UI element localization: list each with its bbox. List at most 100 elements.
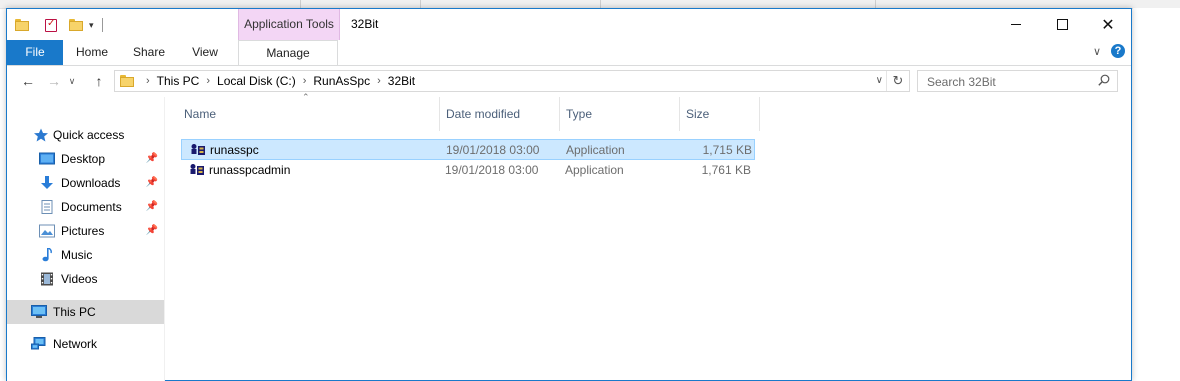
address-bar[interactable]: › This PC › Local Disk (C:) › RunAsSpc ›… — [114, 70, 910, 92]
file-name-cell: runasspc — [190, 140, 259, 161]
file-row-runasspcadmin[interactable]: runasspcadmin 19/01/2018 03:00 Applicati… — [181, 160, 755, 181]
pane-divider[interactable] — [164, 97, 165, 381]
address-history-dropdown-icon[interactable]: ∨ — [876, 71, 883, 91]
nav-item-quick-access[interactable]: Quick access — [7, 123, 164, 147]
nav-item-label: This PC — [53, 305, 96, 319]
breadcrumb: › This PC › Local Disk (C:) › RunAsSpc ›… — [139, 71, 415, 91]
file-explorer-window: ▾ Application Tools 32Bit ✕ File Home Sh… — [6, 8, 1132, 381]
title-bar: ▾ Application Tools 32Bit ✕ — [7, 9, 1131, 40]
nav-item-label: Videos — [61, 272, 98, 286]
toolbar-divider — [101, 18, 103, 32]
nav-item-label: Desktop — [61, 152, 106, 166]
nav-item-pictures[interactable]: Pictures 📌 — [7, 219, 164, 243]
nav-item-music[interactable]: Music — [7, 243, 164, 267]
tab-view[interactable]: View — [181, 40, 229, 65]
tab-file[interactable]: File — [7, 40, 63, 65]
background-column-divider — [420, 0, 421, 8]
nav-item-label: Music — [61, 248, 93, 262]
breadcrumb-chevron-icon[interactable]: › — [377, 71, 381, 91]
search-icon[interactable] — [1098, 74, 1110, 86]
tab-share[interactable]: Share — [123, 40, 175, 65]
file-size: 1,761 KB — [701, 163, 751, 177]
background-column-divider — [300, 0, 301, 8]
application-icon — [190, 164, 204, 176]
file-list: ⌃ Name Date modified Type Size runasspc … — [177, 92, 1127, 381]
video-icon — [41, 272, 53, 286]
close-button[interactable]: ✕ — [1085, 9, 1131, 40]
ribbon-tabs: File Home Share View Manage ∨ ? — [7, 40, 1131, 66]
nav-item-label: Network — [53, 337, 98, 351]
column-header-name[interactable]: Name — [177, 97, 439, 131]
up-arrow-icon[interactable]: ↑ — [90, 72, 108, 90]
application-icon — [191, 144, 205, 156]
help-icon[interactable]: ? — [1111, 44, 1125, 58]
customize-toolbar-dropdown-icon[interactable]: ▾ — [89, 20, 94, 31]
new-folder-icon[interactable] — [69, 19, 83, 31]
background-column-divider — [875, 0, 876, 8]
pin-icon[interactable]: 📌 — [146, 147, 158, 171]
background-window-right — [1133, 8, 1180, 381]
background-column-divider — [600, 0, 601, 8]
computer-icon — [31, 305, 47, 318]
network-icon — [31, 337, 46, 350]
file-name: runasspcadmin — [209, 163, 291, 177]
breadcrumb-32bit[interactable]: 32Bit — [388, 71, 415, 91]
close-icon: ✕ — [1101, 16, 1115, 34]
navigation-pane: Quick access Desktop 📌 Downloads 📌 Docum… — [7, 97, 164, 381]
download-icon — [41, 176, 53, 189]
nav-item-this-pc[interactable]: This PC — [7, 300, 164, 324]
file-type: Application — [565, 163, 624, 177]
quick-access-toolbar: ▾ — [15, 15, 103, 35]
navigation-bar: ← → ∨ ↑ › This PC › Local Disk (C:) › Ru… — [7, 66, 1131, 96]
breadcrumb-chevron-icon[interactable]: › — [206, 71, 210, 91]
back-arrow-icon[interactable]: ← — [19, 72, 37, 90]
search-input[interactable] — [925, 72, 1099, 92]
file-date: 19/01/2018 03:00 — [445, 163, 539, 177]
pin-icon[interactable]: 📌 — [146, 171, 158, 195]
music-icon — [42, 248, 52, 262]
minimize-button[interactable] — [993, 9, 1039, 40]
desktop-icon — [39, 152, 55, 165]
properties-icon[interactable] — [45, 18, 57, 32]
document-icon — [41, 200, 53, 214]
breadcrumb-chevron-icon[interactable]: › — [146, 71, 150, 91]
file-type: Application — [566, 143, 625, 157]
nav-item-documents[interactable]: Documents 📌 — [7, 195, 164, 219]
search-box[interactable] — [917, 70, 1118, 92]
column-header-type[interactable]: Type — [559, 97, 679, 131]
file-name-cell: runasspcadmin — [189, 160, 290, 181]
refresh-icon[interactable]: ↻ — [886, 71, 909, 91]
context-tab-group-label: Application Tools — [238, 9, 340, 40]
breadcrumb-runasspc[interactable]: RunAsSpc — [313, 71, 370, 91]
breadcrumb-chevron-icon[interactable]: › — [303, 71, 307, 91]
pin-icon[interactable]: 📌 — [146, 219, 158, 243]
minimize-icon — [1011, 24, 1021, 25]
maximize-button[interactable] — [1039, 9, 1085, 40]
breadcrumb-this-pc[interactable]: This PC — [157, 71, 200, 91]
nav-item-videos[interactable]: Videos — [7, 267, 164, 291]
nav-item-downloads[interactable]: Downloads 📌 — [7, 171, 164, 195]
file-date: 19/01/2018 03:00 — [446, 143, 540, 157]
breadcrumb-local-disk[interactable]: Local Disk (C:) — [217, 71, 296, 91]
folder-icon — [120, 75, 134, 87]
caption-buttons: ✕ — [993, 9, 1131, 40]
window-title: 32Bit — [351, 17, 379, 31]
nav-item-network[interactable]: Network — [7, 332, 164, 356]
nav-item-desktop[interactable]: Desktop 📌 — [7, 147, 164, 171]
forward-arrow-icon[interactable]: → — [45, 72, 63, 90]
column-header-date-modified[interactable]: Date modified — [439, 97, 559, 131]
tab-home[interactable]: Home — [67, 40, 117, 65]
nav-item-label: Quick access — [53, 128, 125, 142]
maximize-icon — [1056, 19, 1068, 30]
star-icon — [34, 128, 48, 142]
column-header-size[interactable]: Size — [679, 97, 759, 131]
ribbon-controls: ∨ ? — [1093, 44, 1125, 58]
pin-icon[interactable]: 📌 — [146, 195, 158, 219]
recent-locations-dropdown-icon[interactable]: ∨ — [67, 72, 77, 90]
file-row-runasspc[interactable]: runasspc 19/01/2018 03:00 Application 1,… — [181, 139, 755, 160]
expand-ribbon-icon[interactable]: ∨ — [1093, 45, 1101, 58]
nav-item-label: Downloads — [61, 176, 121, 190]
tab-manage[interactable]: Manage — [238, 40, 338, 65]
column-divider[interactable] — [759, 97, 760, 131]
nav-item-label: Pictures — [61, 224, 105, 238]
